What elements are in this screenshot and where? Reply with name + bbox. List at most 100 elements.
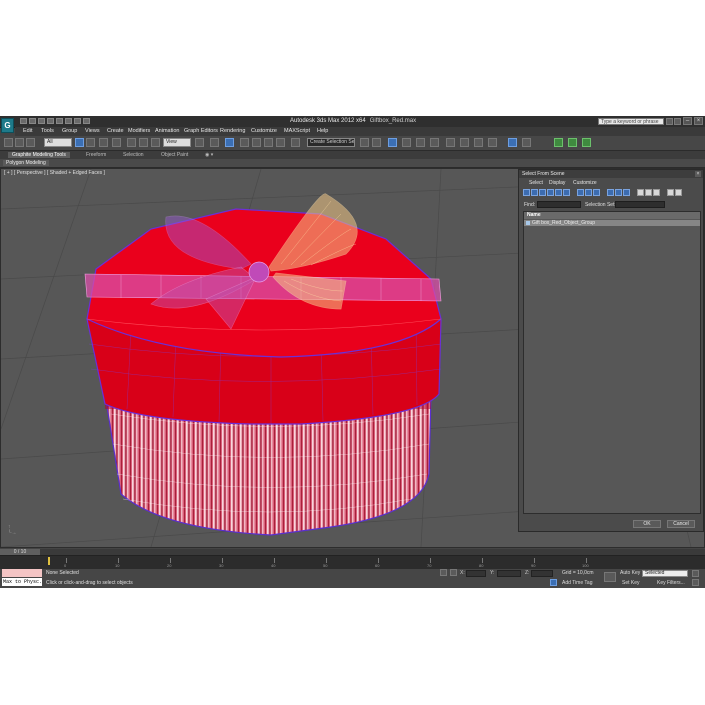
menu-create[interactable]: Create (107, 128, 124, 134)
tab-graphite-modeling-tools[interactable]: Graphite Modeling Tools (8, 152, 70, 158)
menu-views[interactable]: Views (85, 128, 100, 134)
render-production-icon[interactable] (488, 138, 497, 147)
reference-coordinate-dropdown[interactable]: View (163, 138, 191, 147)
select-manipulate-icon[interactable] (210, 138, 219, 147)
scene-object-list[interactable]: Name Gift box_Red_Object_Group (523, 211, 701, 514)
edit-named-selection-icon[interactable] (291, 138, 300, 147)
display-groups-icon[interactable] (577, 189, 584, 196)
display-cameras-icon[interactable] (547, 189, 554, 196)
maxscript-listener-output[interactable] (2, 569, 42, 577)
add-time-tag[interactable]: Add Time Tag (562, 580, 592, 586)
search-input[interactable]: Type a keyword or phrase (598, 118, 664, 125)
select-object-icon[interactable] (75, 138, 84, 147)
dialog-title-bar[interactable]: Select From Scene × (519, 170, 703, 178)
select-invert-icon[interactable] (653, 189, 660, 196)
menu-edit[interactable]: Edit (23, 128, 32, 134)
set-key-icon[interactable] (604, 572, 616, 582)
menu-modifiers[interactable]: Modifiers (128, 128, 150, 134)
key-mode-dropdown[interactable]: Selected (642, 570, 688, 577)
display-none-icon[interactable] (615, 189, 622, 196)
play-animation-icon[interactable] (692, 570, 699, 577)
find-input[interactable] (537, 201, 581, 208)
hold-icon[interactable] (65, 118, 72, 124)
menu-rendering[interactable]: Rendering (220, 128, 245, 134)
perspective-viewport[interactable]: [ + ] [ Perspective ] [ Shaded + Edged F… (0, 168, 705, 548)
display-bones-icon[interactable] (593, 189, 600, 196)
rectangular-selection-icon[interactable] (99, 138, 108, 147)
key-filters-button[interactable]: Key Filters... (657, 580, 685, 586)
display-xrefs-icon[interactable] (585, 189, 592, 196)
select-link-icon[interactable] (4, 138, 13, 147)
filter-icon[interactable] (667, 189, 674, 196)
menu-tools[interactable]: Tools (41, 128, 54, 134)
open-file-icon[interactable] (29, 118, 36, 124)
time-config-icon[interactable] (692, 579, 699, 586)
list-item[interactable]: Gift box_Red_Object_Group (524, 220, 700, 226)
menu-group[interactable]: Group (62, 128, 77, 134)
extra-tool-2-icon[interactable] (522, 138, 531, 147)
curve-editor-icon[interactable] (416, 138, 425, 147)
track-bar[interactable]: 0 10 20 30 40 50 60 70 80 90 100 (0, 555, 705, 569)
panel-polygon-modeling[interactable]: Polygon Modeling (3, 160, 49, 166)
absolute-mode-icon[interactable] (450, 569, 457, 576)
menu-graph-editors[interactable]: Graph Editors (184, 128, 218, 134)
extra-tool-4-icon[interactable] (568, 138, 577, 147)
layer-manager-icon[interactable] (388, 138, 397, 147)
mirror-icon[interactable] (360, 138, 369, 147)
display-shapes-icon[interactable] (531, 189, 538, 196)
bind-space-warp-icon[interactable] (26, 138, 35, 147)
angle-snap-icon[interactable] (252, 138, 261, 147)
menu-help[interactable]: Help (317, 128, 328, 134)
pivot-center-icon[interactable] (195, 138, 204, 147)
display-lights-icon[interactable] (539, 189, 546, 196)
tab-freeform[interactable]: Freeform (86, 152, 106, 158)
move-icon[interactable] (127, 138, 136, 147)
add-time-tag-icon[interactable] (550, 579, 557, 586)
extra-tool-3-icon[interactable] (554, 138, 563, 147)
set-key-button[interactable]: Set Key (622, 580, 640, 586)
selection-filter-dropdown[interactable]: All (44, 138, 72, 147)
menu-animation[interactable]: Animation (155, 128, 179, 134)
render-setup-icon[interactable] (460, 138, 469, 147)
menu-customize[interactable]: Customize (251, 128, 277, 134)
rendered-frame-window-icon[interactable] (474, 138, 483, 147)
schematic-view-icon[interactable] (430, 138, 439, 147)
auto-key-button[interactable]: Auto Key (620, 570, 640, 576)
viewport-label[interactable]: [ + ] [ Perspective ] [ Shaded + Edged F… (4, 170, 105, 176)
ribbon-options-icon[interactable]: ◉ ▾ (205, 152, 213, 158)
cancel-button[interactable]: Cancel (667, 520, 695, 528)
x-coord-field[interactable] (466, 570, 486, 577)
spinner-snap-icon[interactable] (276, 138, 285, 147)
display-geometry-icon[interactable] (523, 189, 530, 196)
z-coord-field[interactable] (531, 570, 553, 577)
material-editor-icon[interactable] (446, 138, 455, 147)
select-by-name-icon[interactable] (86, 138, 95, 147)
dialog-menu-select[interactable]: Select (529, 180, 543, 186)
redo-icon[interactable] (56, 118, 63, 124)
maxscript-listener-input[interactable]: Max to Physc. (2, 578, 42, 586)
search-icon[interactable] (666, 118, 673, 125)
y-coord-field[interactable] (497, 570, 521, 577)
select-all-icon[interactable] (637, 189, 644, 196)
save-file-icon[interactable] (38, 118, 45, 124)
new-file-icon[interactable] (20, 118, 27, 124)
undo-icon[interactable] (47, 118, 54, 124)
named-selection-set-dropdown[interactable]: Create Selection Se (307, 138, 355, 147)
display-spacewarps-icon[interactable] (563, 189, 570, 196)
keyboard-shortcut-icon[interactable] (225, 138, 234, 147)
tab-selection[interactable]: Selection (123, 152, 144, 158)
percent-snap-icon[interactable] (264, 138, 273, 147)
unlink-icon[interactable] (15, 138, 24, 147)
column-header-name[interactable]: Name (524, 212, 700, 219)
close-icon[interactable]: × (694, 117, 703, 125)
snaps-toggle-icon[interactable] (240, 138, 249, 147)
graphite-toggle-icon[interactable] (402, 138, 411, 147)
fetch-icon[interactable] (74, 118, 81, 124)
menu-maxscript[interactable]: MAXScript (284, 128, 310, 134)
dialog-menu-display[interactable]: Display (549, 180, 565, 186)
scale-icon[interactable] (151, 138, 160, 147)
extra-tool-1-icon[interactable] (508, 138, 517, 147)
dialog-close-icon[interactable]: × (695, 171, 701, 177)
minimize-icon[interactable]: – (683, 117, 692, 125)
help-icon[interactable] (674, 118, 681, 125)
